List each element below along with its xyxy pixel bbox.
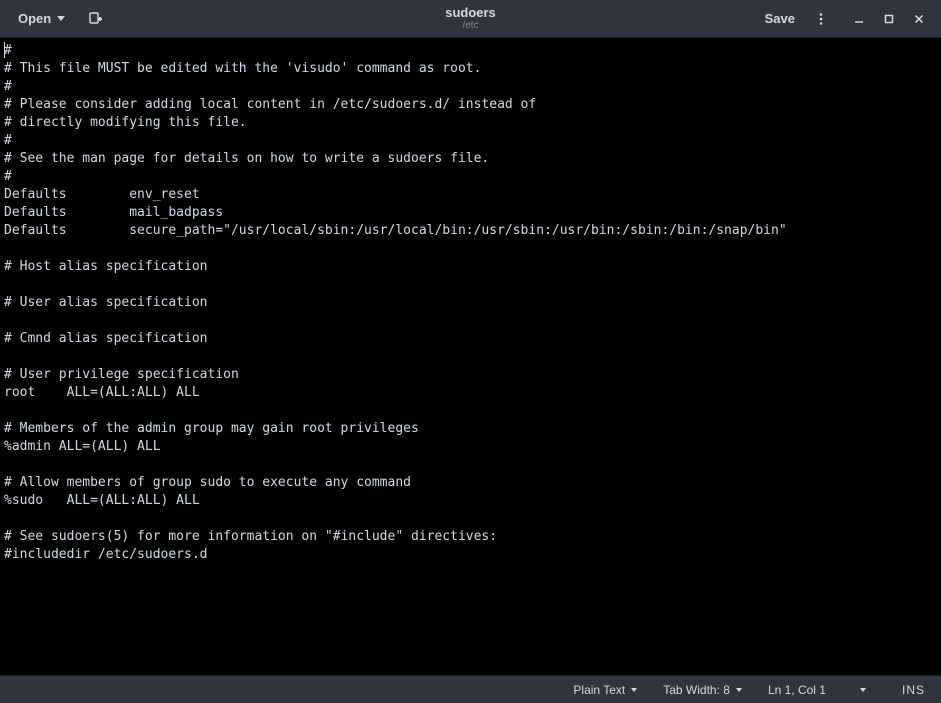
insert-mode-indicator[interactable]: INS: [898, 681, 929, 699]
hamburger-menu-button[interactable]: [807, 5, 835, 33]
new-document-button[interactable]: [79, 6, 111, 32]
kebab-menu-icon: [814, 12, 828, 26]
chevron-down-icon: [57, 16, 65, 21]
syntax-mode-selector[interactable]: Plain Text: [569, 681, 641, 699]
close-button[interactable]: [905, 5, 933, 33]
cursor-position-label: Ln 1, Col 1: [768, 683, 826, 697]
statusbar-right: Plain Text Tab Width: 8 Ln 1, Col 1 INS: [569, 681, 929, 699]
statusbar: Plain Text Tab Width: 8 Ln 1, Col 1 INS: [0, 675, 941, 703]
syntax-mode-label: Plain Text: [573, 683, 625, 697]
minimize-icon: [853, 13, 865, 25]
window-title: sudoers: [445, 6, 496, 20]
insert-mode-label: INS: [902, 683, 925, 697]
titlebar-center: sudoers /etc: [445, 6, 496, 31]
maximize-icon: [883, 13, 895, 25]
chevron-down-icon: [860, 688, 866, 692]
titlebar: Open sudoers /etc Save: [0, 0, 941, 38]
tab-width-label: Tab Width: 8: [663, 683, 730, 697]
close-icon: [913, 13, 925, 25]
open-button[interactable]: Open: [8, 6, 75, 31]
titlebar-left: Open: [8, 6, 111, 32]
maximize-button[interactable]: [875, 5, 903, 33]
editor-content: # # This file MUST be edited with the 'v…: [4, 43, 787, 562]
save-button[interactable]: Save: [755, 6, 805, 31]
text-cursor: [4, 42, 5, 58]
open-label: Open: [18, 11, 51, 26]
titlebar-right: Save: [755, 5, 933, 33]
chevron-down-icon: [736, 688, 742, 692]
new-document-icon: [87, 11, 103, 27]
cursor-position-selector[interactable]: Ln 1, Col 1: [764, 681, 870, 699]
tab-width-selector[interactable]: Tab Width: 8: [659, 681, 746, 699]
text-editor-area[interactable]: # # This file MUST be edited with the 'v…: [0, 38, 941, 675]
save-label: Save: [765, 11, 795, 26]
minimize-button[interactable]: [845, 5, 873, 33]
window-controls: [845, 5, 933, 33]
chevron-down-icon: [631, 688, 637, 692]
window-subtitle: /etc: [445, 20, 496, 31]
